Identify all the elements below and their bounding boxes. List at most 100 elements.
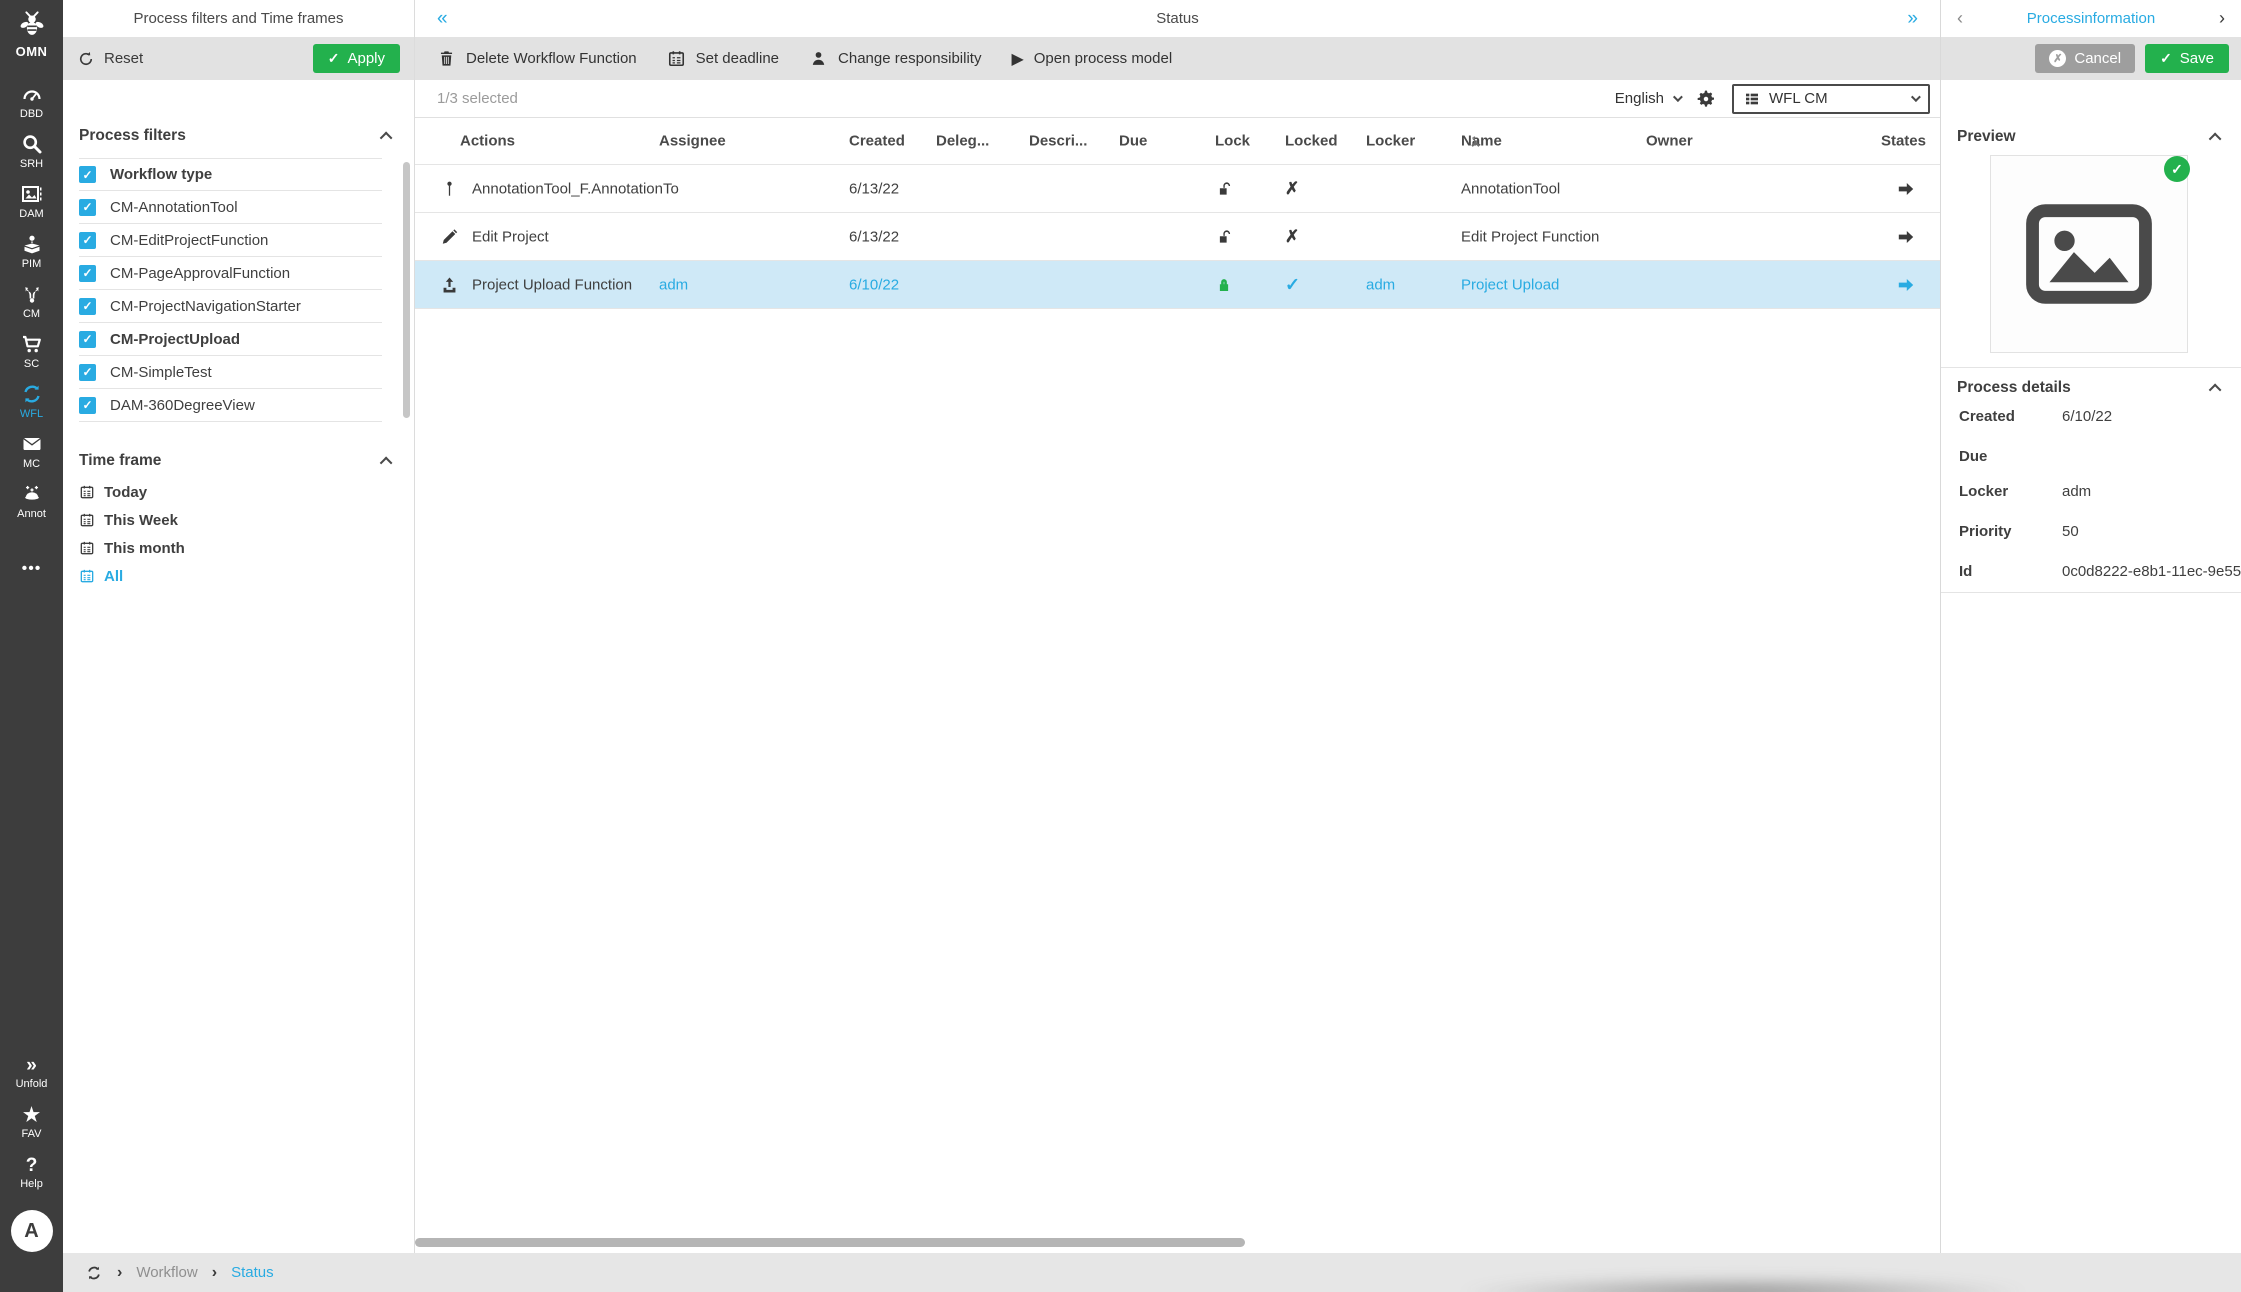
checkbox-checked[interactable]: ✓ xyxy=(79,298,96,315)
chevron-down-icon xyxy=(1673,92,1683,102)
lock-open-icon[interactable] xyxy=(1215,227,1233,246)
sidebar-item-label: FAV xyxy=(22,1128,42,1140)
sidebar-item-dam[interactable]: DAM xyxy=(0,176,63,226)
open-process-model-button[interactable]: ▶ Open process model xyxy=(1011,49,1172,69)
view-select-dropdown[interactable]: WFL CM xyxy=(1732,84,1930,114)
change-responsibility-button[interactable]: Change responsibility xyxy=(809,49,981,68)
filter-item[interactable]: ✓ DAM-360DegreeView xyxy=(79,389,382,422)
collapse-chevron-icon[interactable] xyxy=(2209,132,2222,145)
reset-button[interactable]: Reset xyxy=(77,50,143,68)
table-row-selected[interactable]: Project Upload Function adm 6/10/22 ✓ ad… xyxy=(415,261,1940,309)
sidebar-item-fav[interactable]: ★ FAV xyxy=(0,1098,63,1148)
checkbox-checked[interactable]: ✓ xyxy=(79,199,96,216)
sidebar-item-pim[interactable]: PIM xyxy=(0,226,63,276)
filter-item-label: CM-ProjectNavigationStarter xyxy=(110,298,301,315)
sidebar-item-label: Annot xyxy=(17,508,46,520)
set-deadline-button[interactable]: Set deadline xyxy=(667,49,779,68)
collapse-chevron-icon[interactable] xyxy=(2209,383,2222,396)
sidebar-bottom: » Unfold ★ FAV ? Help A xyxy=(0,1048,63,1252)
process-info-title[interactable]: Processinformation xyxy=(1941,10,2241,27)
horizontal-scrollbar[interactable] xyxy=(415,1238,1245,1247)
checkbox-checked[interactable]: ✓ xyxy=(79,331,96,348)
collapse-chevron-icon[interactable] xyxy=(380,456,393,469)
checkbox-checked[interactable]: ✓ xyxy=(79,166,96,183)
selection-bar-right: English WFL CM xyxy=(1615,84,1930,114)
col-locked[interactable]: Locked xyxy=(1285,133,1338,150)
filter-item-project-upload[interactable]: ✓ CM-ProjectUpload xyxy=(79,323,382,356)
save-button[interactable]: ✓ Save xyxy=(2145,44,2229,73)
status-ok-badge: ✓ xyxy=(2164,156,2190,182)
lock-closed-icon[interactable] xyxy=(1215,275,1233,294)
sidebar-item-dbd[interactable]: DBD xyxy=(0,76,63,126)
table-row[interactable]: Edit Project 6/13/22 ✗ Edit Project Func… xyxy=(415,213,1940,261)
filter-item-label: DAM-360DegreeView xyxy=(110,397,255,414)
cart-icon xyxy=(20,332,44,356)
col-actions[interactable]: Actions xyxy=(460,133,515,150)
breadcrumb-status[interactable]: Status xyxy=(231,1264,274,1281)
col-created[interactable]: Created xyxy=(849,133,905,150)
sidebar-item-label: Help xyxy=(20,1178,43,1190)
time-frame-all[interactable]: All xyxy=(79,562,414,590)
table-row[interactable]: AnnotationTool_F.AnnotationTo 6/13/22 ✗ … xyxy=(415,165,1940,213)
col-lock[interactable]: Lock xyxy=(1215,133,1250,150)
time-frame-today[interactable]: Today xyxy=(79,478,414,506)
cancel-button[interactable]: ✗ Cancel xyxy=(2035,44,2135,73)
lock-open-icon[interactable] xyxy=(1215,179,1233,198)
sidebar-item-sc[interactable]: SC xyxy=(0,326,63,376)
states-arrow-icon[interactable] xyxy=(1896,277,1916,293)
app-logo[interactable]: OMN xyxy=(0,8,63,59)
sidebar-item-more[interactable]: ••• xyxy=(0,544,63,594)
view-select-value: WFL CM xyxy=(1769,90,1828,107)
checkbox-checked[interactable]: ✓ xyxy=(79,265,96,282)
mail-icon xyxy=(20,432,44,456)
apply-button[interactable]: ✓ Apply xyxy=(313,44,400,73)
right-panel-header: Processinformation ‹ › xyxy=(1941,0,2241,37)
sidebar-item-annot[interactable]: Annot xyxy=(0,476,63,526)
col-assignee[interactable]: Assignee xyxy=(659,133,726,150)
filter-item[interactable]: ✓ CM-SimpleTest xyxy=(79,356,382,389)
collapse-chevron-icon[interactable] xyxy=(380,131,393,144)
states-arrow-icon[interactable] xyxy=(1896,229,1916,245)
time-frame-this-week[interactable]: This Week xyxy=(79,506,414,534)
settings-gear-button[interactable] xyxy=(1696,89,1716,109)
time-frame-this-month[interactable]: This month xyxy=(79,534,414,562)
language-select[interactable]: English xyxy=(1615,90,1680,107)
sidebar-item-cm[interactable]: CM xyxy=(0,276,63,326)
breadcrumb-workflow[interactable]: Workflow xyxy=(136,1264,197,1281)
filter-item[interactable]: ✓ CM-ProjectNavigationStarter xyxy=(79,290,382,323)
filter-list-scrollbar[interactable] xyxy=(403,162,410,418)
filter-panel-title: Process filters and Time frames xyxy=(63,0,414,37)
chevron-down-icon xyxy=(1911,92,1921,102)
filter-item[interactable]: ✓ CM-AnnotationTool xyxy=(79,191,382,224)
sidebar-item-mc[interactable]: MC xyxy=(0,426,63,476)
col-owner[interactable]: Owner xyxy=(1646,133,1693,150)
bee-logo-icon xyxy=(16,8,48,38)
star-icon: ★ xyxy=(23,1106,40,1126)
sidebar-item-label: WFL xyxy=(20,408,43,420)
col-due[interactable]: Due xyxy=(1119,133,1147,150)
sidebar-item-srh[interactable]: SRH xyxy=(0,126,63,176)
preview-thumbnail: ✓ xyxy=(1990,155,2188,353)
filter-item[interactable]: ✓ CM-EditProjectFunction xyxy=(79,224,382,257)
time-frame-header: Time frame xyxy=(63,444,414,478)
cell-assignee: adm xyxy=(659,276,688,293)
cell-action: Project Upload Function xyxy=(472,276,632,293)
shadow-overlay xyxy=(1363,1270,2123,1292)
col-states[interactable]: States xyxy=(1881,133,1926,150)
image-icon xyxy=(20,182,44,206)
col-description[interactable]: Descri... xyxy=(1029,133,1087,150)
sidebar-item-help[interactable]: ? Help xyxy=(0,1148,63,1198)
checkbox-checked[interactable]: ✓ xyxy=(79,397,96,414)
sidebar-item-wfl[interactable]: WFL xyxy=(0,376,63,426)
filter-item[interactable]: ✓ CM-PageApprovalFunction xyxy=(79,257,382,290)
states-arrow-icon[interactable] xyxy=(1896,181,1916,197)
user-avatar[interactable]: A xyxy=(11,1210,53,1252)
sidebar-item-unfold[interactable]: » Unfold xyxy=(0,1048,63,1098)
col-delegated[interactable]: Deleg... xyxy=(936,133,989,150)
delete-workflow-button[interactable]: Delete Workflow Function xyxy=(437,49,637,68)
checkbox-checked[interactable]: ✓ xyxy=(79,364,96,381)
sidebar-item-label: Unfold xyxy=(16,1078,48,1090)
col-locker[interactable]: Locker xyxy=(1366,133,1415,150)
filter-item-workflow-type[interactable]: ✓ Workflow type xyxy=(79,158,382,191)
checkbox-checked[interactable]: ✓ xyxy=(79,232,96,249)
